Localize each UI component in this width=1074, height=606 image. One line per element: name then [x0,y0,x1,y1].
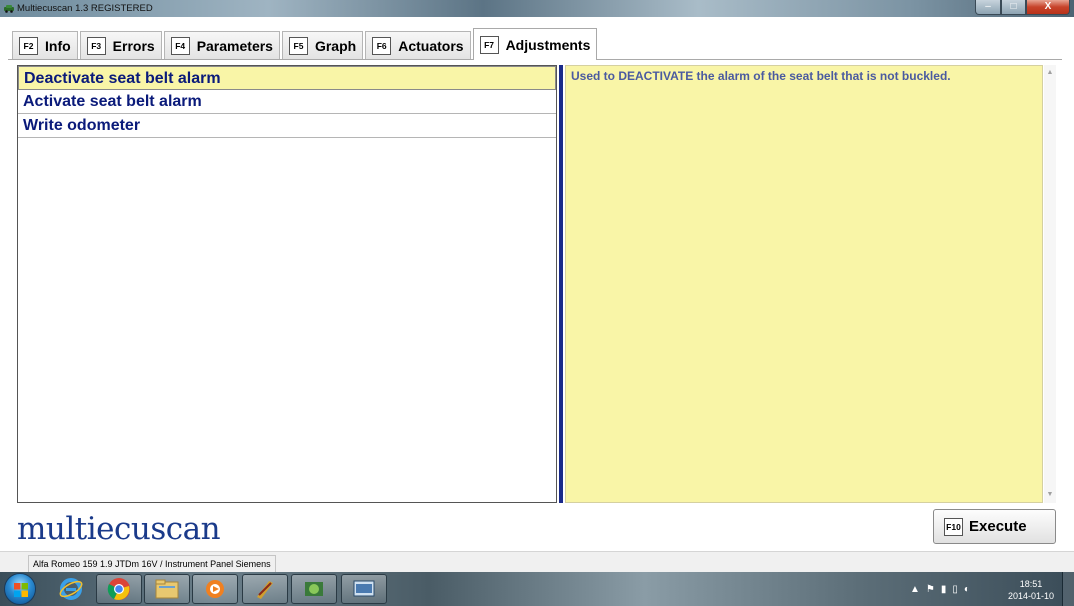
tab-label: Adjustments [505,36,591,53]
adjustments-list: Deactivate seat belt alarm Activate seat… [17,65,557,503]
network-icon[interactable]: ▮ [941,584,953,595]
show-hidden-icons-icon[interactable]: ▲ [910,584,926,595]
main-window: F2 Info F3 Errors F4 Parameters F5 Graph… [0,17,1074,572]
file-explorer-icon [155,579,179,599]
media-player-icon [206,580,224,598]
system-tray: ▲⚑▮▯◐ 18:51 2014-01-10 [904,572,1074,606]
clock[interactable]: 18:51 2014-01-10 [1008,578,1054,602]
maximize-button[interactable]: □ [1001,0,1026,15]
f6-key-icon: F6 [372,36,392,55]
tab-bar: F2 Info F3 Errors F4 Parameters F5 Graph… [12,28,599,60]
list-item-activate-seat-belt-alarm[interactable]: Activate seat belt alarm [18,90,556,114]
description-panel: Used to DEACTIVATE the alarm of the seat… [565,65,1043,503]
scroll-up-icon[interactable]: ▲ [1044,67,1056,79]
flag-icon[interactable]: ⚑ [926,584,941,595]
chrome-button[interactable] [96,574,142,604]
start-button[interactable] [4,573,36,605]
f3-key-icon: F3 [86,36,106,55]
minimize-button[interactable]: – [975,0,1001,15]
f7-key-icon: F7 [479,35,499,54]
tab-info[interactable]: F2 Info [12,31,78,59]
clock-date: 2014-01-10 [1007,591,1054,601]
taskbar-app-button[interactable] [341,574,387,604]
window-controls: – □ X [975,0,1070,15]
f5-key-icon: F5 [288,36,308,55]
app-icon [353,580,375,597]
tab-label: Errors [112,37,155,54]
clock-time: 18:51 [1019,579,1043,589]
taskbar-app-button[interactable] [242,574,288,604]
car-icon [4,5,14,13]
internet-explorer-icon [59,578,83,600]
internet-explorer-button[interactable] [48,574,94,604]
panel-splitter[interactable] [559,65,563,503]
file-explorer-button[interactable] [144,574,190,604]
window-title: Multiecuscan 1.3 REGISTERED [17,3,153,14]
scroll-down-icon[interactable]: ▼ [1044,489,1056,501]
tab-label: Graph [314,37,357,54]
tray-icons: ▲⚑▮▯◐ [910,584,976,595]
list-item-write-odometer[interactable]: Write odometer [18,114,556,138]
taskbar: ▲⚑▮▯◐ 18:51 2014-01-10 [0,572,1074,606]
tab-label: Info [45,37,71,54]
title-bar: Multiecuscan 1.3 REGISTERED – □ X [0,0,1074,17]
taskbar-app-button[interactable] [291,574,337,604]
close-button[interactable]: X [1026,0,1070,15]
tab-actuators[interactable]: F6 Actuators [365,31,471,59]
f4-key-icon: F4 [170,36,190,55]
battery-icon[interactable]: ▯ [952,584,964,595]
vehicle-status: Alfa Romeo 159 1.9 JTDm 16V / Instrument… [28,555,276,572]
windows-logo-icon [14,583,28,597]
status-bar: Alfa Romeo 159 1.9 JTDm 16V / Instrument… [0,551,1074,572]
chrome-icon [107,578,130,600]
list-item-deactivate-seat-belt-alarm[interactable]: Deactivate seat belt alarm [18,66,556,90]
f2-key-icon: F2 [19,36,38,55]
f10-key-icon: F10 [944,517,963,536]
app-icon [257,581,273,599]
tab-label: Parameters [196,37,273,54]
multiecuscan-logo: multiecuscan [17,511,221,547]
tab-adjustments[interactable]: F7 Adjustments [472,28,598,60]
execute-label: Execute [969,518,1027,535]
execute-button[interactable]: F10 Execute [933,509,1056,544]
description-scrollbar[interactable]: ▲ ▼ [1044,65,1056,503]
description-text: Used to DEACTIVATE the alarm of the seat… [571,69,951,83]
show-desktop-button[interactable] [1062,572,1074,606]
tab-parameters[interactable]: F4 Parameters [163,31,280,59]
tab-errors[interactable]: F3 Errors [79,31,162,59]
tab-label: Actuators [398,37,464,54]
app-icon [305,582,323,596]
volume-icon[interactable]: ◐ [964,584,976,595]
tab-graph[interactable]: F5 Graph [281,31,364,59]
media-player-button[interactable] [192,574,238,604]
